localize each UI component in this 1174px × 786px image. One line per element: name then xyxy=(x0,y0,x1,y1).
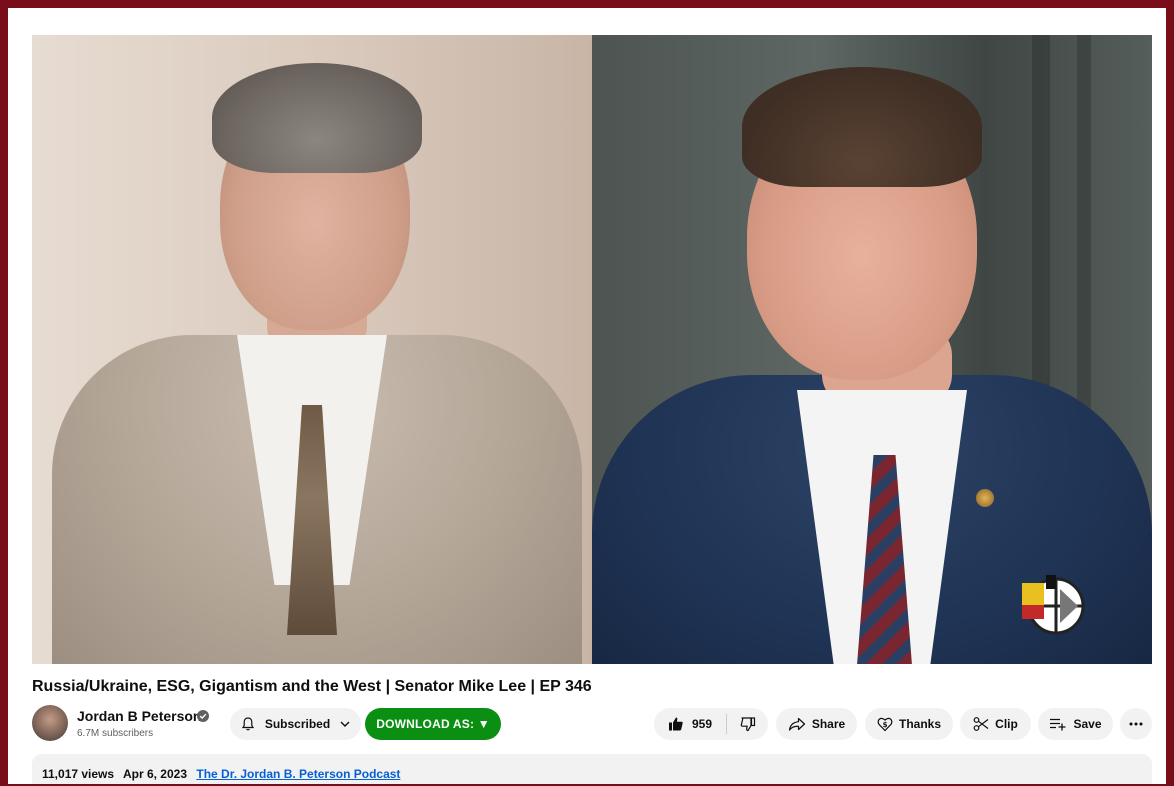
video-player[interactable] xyxy=(32,35,1152,664)
clip-label: Clip xyxy=(995,717,1018,731)
bell-icon xyxy=(241,717,255,731)
description-meta: 11,017 views Apr 6, 2023 The Dr. Jordan … xyxy=(42,767,406,781)
like-count: 959 xyxy=(691,717,713,731)
share-label: Share xyxy=(811,717,846,731)
channel-watermark-icon[interactable] xyxy=(1020,573,1086,635)
page-frame: Russia/Ukraine, ESG, Gigantism and the W… xyxy=(8,8,1166,784)
description-box[interactable]: 11,017 views Apr 6, 2023 The Dr. Jordan … xyxy=(32,754,1152,784)
video-title: Russia/Ukraine, ESG, Gigantism and the W… xyxy=(32,678,592,695)
video-right-speaker xyxy=(592,35,1152,664)
playlist-link[interactable]: The Dr. Jordan B. Peterson Podcast xyxy=(196,767,400,781)
subscribed-label: Subscribed xyxy=(264,717,331,731)
save-button[interactable]: Save xyxy=(1038,708,1113,740)
svg-text:$: $ xyxy=(883,721,888,729)
save-label: Save xyxy=(1073,717,1102,731)
clip-button[interactable]: Clip xyxy=(960,708,1031,740)
more-actions-button[interactable] xyxy=(1120,708,1152,740)
thanks-label: Thanks xyxy=(898,717,941,731)
chevron-down-icon xyxy=(340,721,350,727)
thanks-heart-icon: $ xyxy=(877,717,893,732)
more-dots-icon xyxy=(1129,722,1143,726)
dislike-button[interactable] xyxy=(727,708,768,740)
subscriber-count: 6.7M subscribers xyxy=(77,728,154,739)
lapel-pin xyxy=(976,489,994,507)
upload-date: Apr 6, 2023 xyxy=(122,767,188,781)
thanks-button[interactable]: $ Thanks xyxy=(865,708,953,740)
subscribed-button[interactable]: Subscribed xyxy=(230,708,361,740)
download-as-button[interactable]: DOWNLOAD AS: ▼ xyxy=(365,708,501,740)
speaker-right-hair xyxy=(742,67,982,187)
share-button[interactable]: Share xyxy=(776,708,857,740)
view-count: 11,017 views xyxy=(42,767,115,781)
thumbs-down-icon xyxy=(740,717,755,732)
like-dislike-group: 959 xyxy=(654,708,768,740)
verified-check-icon xyxy=(197,710,209,722)
thumbs-up-icon xyxy=(668,717,683,731)
playlist-add-icon xyxy=(1050,718,1066,731)
speaker-left-hair xyxy=(212,63,422,173)
share-arrow-icon xyxy=(788,717,805,731)
video-left-speaker xyxy=(32,35,592,664)
like-button[interactable]: 959 xyxy=(654,708,726,740)
channel-name[interactable]: Jordan B Peterson xyxy=(77,708,201,724)
scissors-icon xyxy=(973,717,989,731)
channel-avatar[interactable] xyxy=(32,705,68,741)
